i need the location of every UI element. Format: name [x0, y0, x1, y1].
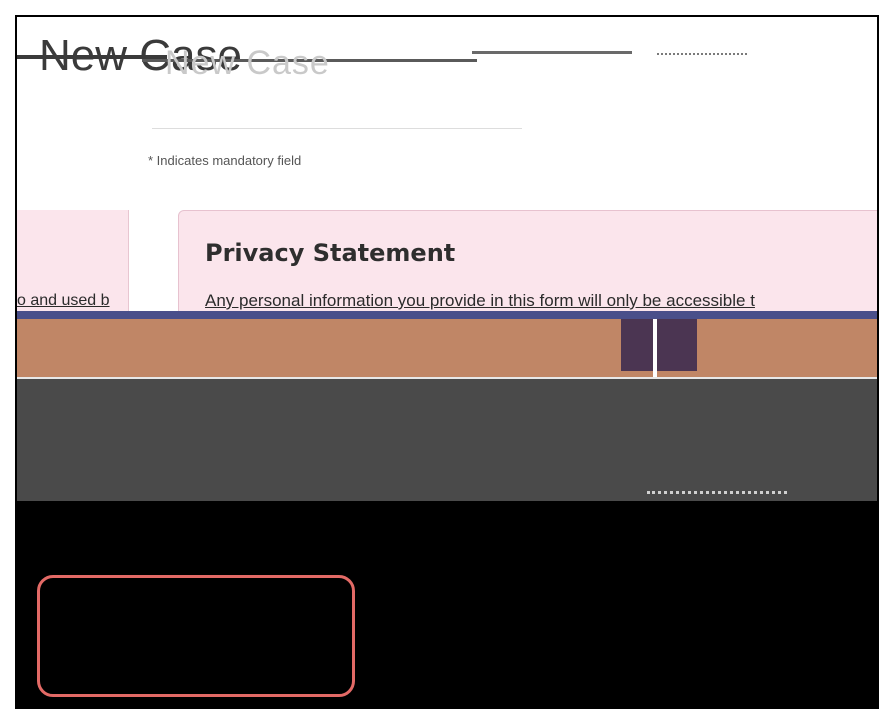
privacy-statement-body: Any personal information you provide in …: [205, 291, 755, 310]
left-panel-text: o and used b: [17, 292, 110, 309]
privacy-statement-heading: Privacy Statement: [205, 239, 456, 267]
screenshot-frame: New Case New Case * Indicates mandatory …: [15, 15, 879, 709]
title-strike-line: [472, 51, 632, 54]
title-strike-dots: [657, 53, 747, 57]
title-divider: [152, 128, 522, 129]
glitch-bar: [17, 311, 877, 319]
glitch-specks: [647, 491, 787, 498]
glitch-block: [621, 319, 697, 371]
glitch-band-orange: [17, 319, 877, 379]
glitch-band-grey: [17, 379, 877, 501]
mandatory-field-note: * Indicates mandatory field: [148, 153, 302, 168]
highlight-box: [37, 575, 355, 697]
glitch-stripe: [653, 319, 657, 379]
page-title: New Case: [165, 44, 330, 82]
